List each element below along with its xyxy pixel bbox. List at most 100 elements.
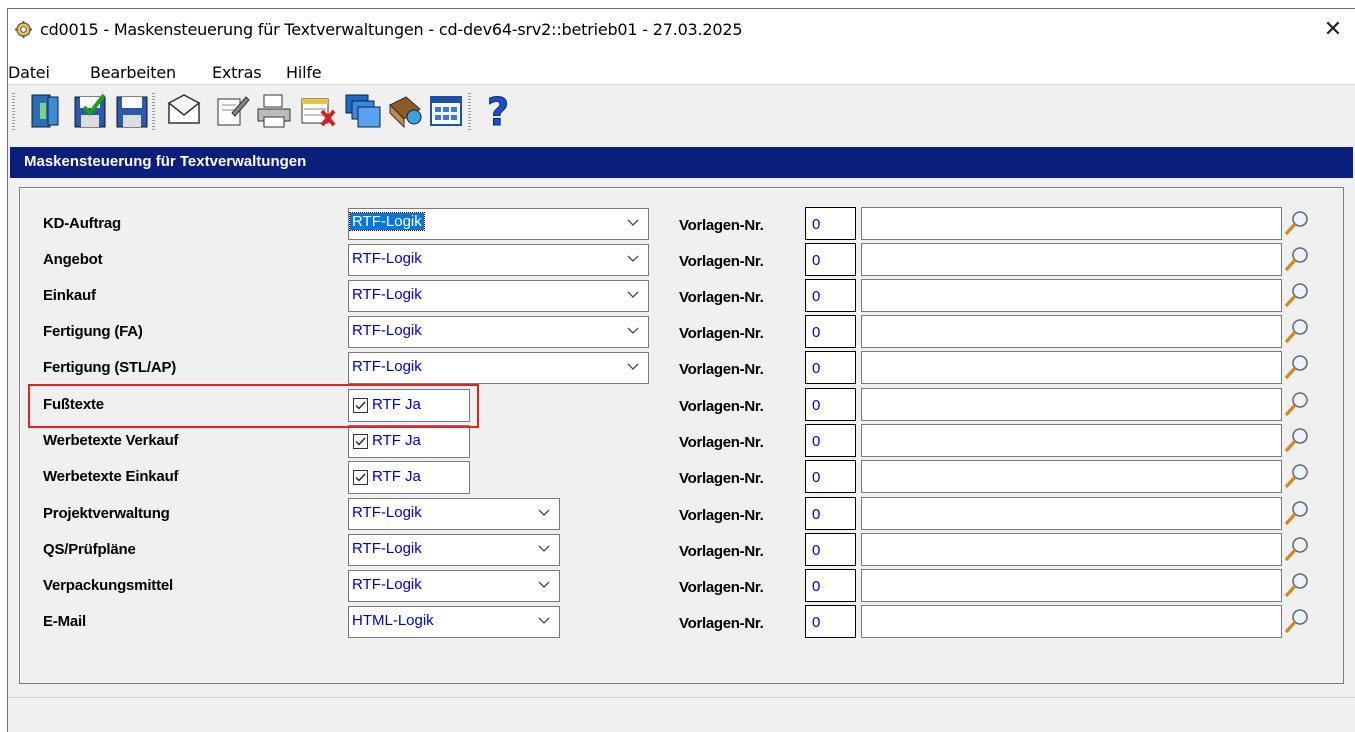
checkmark-icon: [355, 437, 366, 446]
save-check-button[interactable]: [70, 91, 112, 133]
label-verpackungsmittel: Verpackungsmittel: [43, 577, 173, 594]
select-value: RTF-Logik: [352, 322, 422, 339]
vorlagen-nr-value: 0: [812, 469, 821, 486]
lookup-button[interactable]: [1283, 607, 1311, 635]
title-bar: cd0015 - Maskensteuerung für Textverwalt…: [8, 9, 1355, 50]
vorlagen-nr-label: Vorlagen-Nr.: [679, 434, 764, 451]
lookup-button[interactable]: [1283, 317, 1311, 345]
label-einkauf: Einkauf: [43, 287, 96, 304]
lookup-button[interactable]: [1283, 281, 1311, 309]
select-fertigung-fa[interactable]: RTF-Logik: [348, 316, 649, 348]
chevron-down-icon: [538, 509, 550, 516]
select-projektverwaltung[interactable]: RTF-Logik: [348, 498, 560, 530]
lookup-button[interactable]: [1283, 209, 1311, 237]
vorlagen-nr-input[interactable]: 0: [805, 569, 856, 602]
delete-record-button[interactable]: [298, 91, 340, 133]
exit-door-button[interactable]: [26, 91, 68, 133]
select-qs-prüfpläne[interactable]: RTF-Logik: [348, 534, 560, 566]
lookup-button[interactable]: [1283, 571, 1311, 599]
vorlagen-nr-value: 0: [812, 542, 821, 559]
menu-hilfe[interactable]: Hilfe: [286, 63, 322, 82]
vorlagen-nr-input[interactable]: 0: [805, 315, 856, 348]
lookup-button[interactable]: [1283, 426, 1311, 454]
toolbar: ?: [8, 85, 1355, 145]
help-button[interactable]: ?: [478, 90, 520, 135]
close-button[interactable]: ✕: [1316, 13, 1350, 45]
checkbox-box[interactable]: [353, 434, 368, 449]
vorlagen-description-field[interactable]: [861, 279, 1282, 312]
select-kd-auftrag[interactable]: RTF-Logik: [348, 208, 649, 240]
vorlagen-description-field[interactable]: [861, 424, 1282, 457]
vorlagen-nr-input[interactable]: 0: [805, 243, 856, 276]
vorlagen-nr-input[interactable]: 0: [805, 207, 856, 240]
lookup-button[interactable]: [1283, 499, 1311, 527]
menu-extras[interactable]: Extras: [212, 63, 262, 82]
edit-document-button[interactable]: [212, 91, 254, 133]
vorlagen-description-field[interactable]: [861, 497, 1282, 530]
panel-title: Maskensteuerung für Textverwaltungen: [24, 153, 307, 170]
magnifier-icon: [1284, 428, 1308, 453]
magnifier-icon: [1284, 247, 1308, 272]
select-einkauf[interactable]: RTF-Logik: [348, 280, 649, 312]
select-value: HTML-Logik: [352, 612, 434, 629]
vorlagen-description-field[interactable]: [861, 243, 1282, 276]
vorlagen-nr-input[interactable]: 0: [805, 460, 856, 493]
save-button[interactable]: [112, 91, 154, 133]
status-bar: [8, 697, 1355, 732]
vorlagen-description-field[interactable]: [861, 388, 1282, 421]
book-button[interactable]: [384, 91, 426, 133]
vorlagen-nr-input[interactable]: 0: [805, 388, 856, 421]
vorlagen-nr-input[interactable]: 0: [805, 279, 856, 312]
vorlagen-nr-label: Vorlagen-Nr.: [679, 470, 764, 487]
label-projektverwaltung: Projektverwaltung: [43, 505, 170, 522]
window-title: cd0015 - Maskensteuerung für Textverwalt…: [40, 20, 743, 39]
delete-record-icon: [301, 98, 336, 127]
edit-document-icon: [217, 96, 250, 126]
vorlagen-nr-input[interactable]: 0: [805, 424, 856, 457]
chevron-down-icon: [627, 219, 639, 226]
magnifier-icon: [1284, 319, 1308, 344]
vorlagen-nr-input[interactable]: 0: [805, 497, 856, 530]
magnifier-icon: [1284, 537, 1308, 562]
select-angebot[interactable]: RTF-Logik: [348, 244, 649, 276]
toolbar-grip[interactable]: [12, 93, 15, 131]
vorlagen-description-field[interactable]: [861, 351, 1282, 384]
checkbox-label: RTF Ja: [372, 432, 421, 449]
vorlagen-description-field[interactable]: [861, 533, 1282, 566]
select-verpackungsmittel[interactable]: RTF-Logik: [348, 570, 560, 602]
vorlagen-nr-value: 0: [812, 506, 821, 523]
windows-button[interactable]: [342, 91, 384, 133]
vorlagen-description-field[interactable]: [861, 207, 1282, 240]
envelope-icon: [167, 94, 201, 124]
vorlagen-description-field[interactable]: [861, 605, 1282, 638]
menu-bearbeiten[interactable]: Bearbeiten: [90, 63, 176, 82]
lookup-button[interactable]: [1283, 462, 1311, 490]
checkbox-werbetexte-einkauf[interactable]: RTF Ja: [348, 461, 470, 494]
chevron-down-icon: [627, 327, 639, 334]
vorlagen-description-field[interactable]: [861, 569, 1282, 602]
vorlagen-description-field[interactable]: [861, 315, 1282, 348]
vorlagen-nr-input[interactable]: 0: [805, 605, 856, 638]
checkbox-werbetexte-verkauf[interactable]: RTF Ja: [348, 425, 470, 458]
menu-datei[interactable]: Datei: [8, 63, 50, 82]
lookup-button[interactable]: [1283, 353, 1311, 381]
toolbar-separator: [468, 93, 471, 131]
checkbox-box[interactable]: [353, 470, 368, 485]
app-window: cd0015 - Maskensteuerung für Textverwalt…: [7, 8, 1355, 732]
magnifier-icon: [1284, 355, 1308, 380]
printer-button[interactable]: [254, 91, 296, 133]
vorlagen-nr-input[interactable]: 0: [805, 533, 856, 566]
chevron-down-icon: [627, 291, 639, 298]
lookup-button[interactable]: [1283, 535, 1311, 563]
envelope-button[interactable]: [164, 91, 206, 133]
vorlagen-description-field[interactable]: [861, 460, 1282, 493]
lookup-button[interactable]: [1283, 390, 1311, 418]
label-werbetexte-einkauf: Werbetexte Einkauf: [43, 468, 179, 485]
vorlagen-nr-input[interactable]: 0: [805, 351, 856, 384]
select-fertigung-stl-ap[interactable]: RTF-Logik: [348, 352, 649, 384]
select-value: RTF-Logik: [352, 576, 422, 593]
table-button[interactable]: [426, 91, 468, 133]
lookup-button[interactable]: [1283, 245, 1311, 273]
panel-header: Maskensteuerung für Textverwaltungen: [10, 147, 1353, 178]
select-e-mail[interactable]: HTML-Logik: [348, 606, 560, 638]
